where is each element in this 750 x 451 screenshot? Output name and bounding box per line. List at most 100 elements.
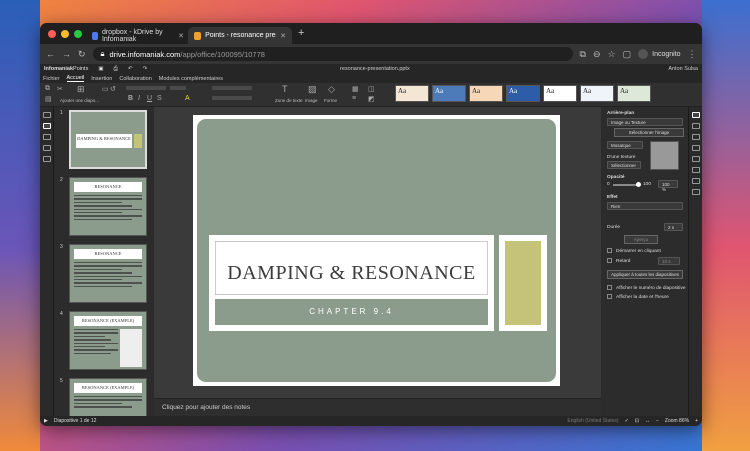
chart-settings-icon[interactable]	[691, 167, 700, 173]
close-window-button[interactable]	[48, 30, 56, 38]
theme-thumb[interactable]: Aa	[395, 85, 429, 102]
reset-icon[interactable]: ↺	[110, 85, 116, 93]
title-placeholder[interactable]: DAMPING & RESONANCE CHAPTER 9.4	[209, 235, 494, 331]
back-icon[interactable]: ←	[46, 49, 55, 59]
current-slide[interactable]: DAMPING & RESONANCE CHAPTER 9.4	[193, 115, 560, 386]
date-time-checkbox[interactable]	[607, 294, 612, 299]
theme-thumb[interactable]: Aa	[469, 85, 503, 102]
cut-icon[interactable]: ✂	[57, 85, 63, 93]
bold-icon[interactable]: B	[128, 95, 133, 102]
shape-settings-icon[interactable]	[691, 134, 700, 140]
user-name[interactable]: Anton Sulsa	[668, 66, 698, 72]
slide-title[interactable]: DAMPING & RESONANCE	[216, 262, 487, 285]
zoom-in-icon[interactable]: +	[695, 418, 698, 424]
italic-icon[interactable]: I	[138, 95, 140, 102]
close-tab-icon[interactable]: ✕	[178, 32, 184, 40]
comments-icon[interactable]	[42, 134, 51, 140]
plugins-icon[interactable]	[42, 156, 51, 162]
menu-addons[interactable]: Modules complémentaires	[159, 76, 223, 82]
date-time-row[interactable]: Afficher la date et l'heure	[607, 294, 669, 300]
menu-collaboration[interactable]: Collaboration	[119, 76, 151, 82]
textbox-button[interactable]: Zone de texte	[275, 98, 303, 103]
theme-thumb[interactable]: Aa	[580, 85, 614, 102]
image-icon[interactable]: ▨	[308, 84, 317, 95]
start-on-click-row[interactable]: Démarrer en cliquant	[607, 248, 661, 254]
arrange-icon[interactable]: ▦	[352, 85, 359, 93]
theme-thumb[interactable]: Aa	[506, 85, 540, 102]
texture-preview[interactable]	[650, 141, 679, 170]
undo-icon[interactable]: ↶	[128, 66, 133, 72]
speaker-notes[interactable]: Cliquez pour ajouter des notes	[154, 398, 601, 416]
theme-thumb[interactable]: Aa	[543, 85, 577, 102]
accent-block[interactable]	[499, 235, 547, 331]
group-icon[interactable]: ◫	[368, 85, 375, 93]
apply-all-button[interactable]: Appliquer à toutes les diapositives	[607, 270, 683, 279]
align-controls[interactable]	[212, 96, 252, 100]
spellcheck-icon[interactable]: ✓	[625, 418, 629, 424]
shape-icon[interactable]: ◇	[328, 84, 335, 95]
zoom-icon[interactable]: ⊖	[593, 49, 601, 60]
minimize-window-button[interactable]	[61, 30, 69, 38]
list-controls[interactable]	[212, 86, 252, 90]
translate-icon[interactable]: ⧉	[580, 49, 586, 60]
select-image-button[interactable]: Sélectionner l'image	[614, 128, 684, 137]
new-tab-button[interactable]: +	[298, 27, 304, 39]
slide-subtitle[interactable]: CHAPTER 9.4	[215, 299, 488, 325]
tile-select[interactable]: Mosaïque	[607, 141, 643, 149]
maximize-window-button[interactable]	[74, 30, 82, 38]
url-field[interactable]: 🔒︎ drive.infomaniak.com/app/office/10009…	[92, 47, 573, 61]
fill-type-select[interactable]: Image ou Texture	[607, 118, 683, 126]
slides-panel-icon[interactable]	[42, 123, 51, 129]
chat-icon[interactable]	[42, 145, 51, 151]
slide-thumbnails[interactable]: 1 DAMPING & RESONANCE 2 RESONANCE 3 RESO…	[54, 107, 151, 416]
delay-field[interactable]: 10 s	[658, 257, 680, 265]
slide-number-row[interactable]: Afficher le numéro de diapositive	[607, 285, 686, 291]
redo-icon[interactable]: ↷	[143, 66, 148, 72]
underline-icon[interactable]: U	[147, 95, 152, 102]
theme-thumb[interactable]: Aa	[617, 85, 651, 102]
strikethrough-icon[interactable]: S	[157, 95, 162, 102]
extension-icon[interactable]: ▢	[623, 49, 632, 60]
tab-dropbox[interactable]: dropbox - kDrive by Infomaniak ✕	[86, 27, 190, 44]
theme-thumb[interactable]: Aa	[432, 85, 466, 102]
image-button[interactable]: Image	[305, 98, 318, 103]
textart-settings-icon[interactable]	[691, 178, 700, 184]
start-on-click-checkbox[interactable]	[607, 248, 612, 253]
search-icon[interactable]	[42, 112, 51, 118]
font-family-select[interactable]	[126, 86, 166, 90]
language-indicator[interactable]: English (United States)	[567, 418, 618, 424]
add-slide-icon[interactable]: ⊞	[77, 84, 85, 95]
layout-icon[interactable]: ▭	[102, 85, 109, 93]
texture-select[interactable]: Sélectionner	[607, 161, 641, 169]
align-objects-icon[interactable]: ≡	[352, 95, 356, 102]
textbox-icon[interactable]: T	[282, 84, 288, 94]
bookmark-star-icon[interactable]: ☆	[608, 49, 616, 60]
preview-button[interactable]: Aperçu	[624, 235, 658, 244]
reload-icon[interactable]: ↻	[78, 49, 86, 60]
zoom-out-icon[interactable]: −	[656, 418, 659, 424]
incognito-badge[interactable]: Incognito	[638, 49, 681, 59]
add-slide-button[interactable]: Ajouter une diapo...	[60, 98, 99, 103]
menu-file[interactable]: Fichier	[43, 76, 60, 82]
paste-icon[interactable]: ▤	[45, 95, 52, 103]
tab-points[interactable]: Points - resonance presentation ✕	[188, 27, 292, 44]
shape-button[interactable]: Forme	[324, 98, 337, 103]
close-tab-icon[interactable]: ✕	[280, 32, 286, 40]
fit-width-icon[interactable]: ↔	[645, 418, 650, 424]
copy-icon[interactable]: ⧉	[45, 85, 50, 93]
play-icon[interactable]: ▶	[44, 418, 48, 424]
delay-checkbox[interactable]	[607, 258, 612, 263]
slide-settings-icon[interactable]	[691, 112, 700, 118]
menu-home[interactable]: Accueil	[66, 75, 85, 82]
paragraph-settings-icon[interactable]	[691, 123, 700, 129]
table-settings-icon[interactable]	[691, 156, 700, 162]
fit-slide-icon[interactable]: ⊡	[635, 418, 639, 424]
forward-icon[interactable]: →	[62, 49, 71, 59]
delay-row[interactable]: Retard	[607, 258, 630, 264]
color-scheme-icon[interactable]: ◩	[368, 95, 375, 103]
menu-insert[interactable]: Insertion	[91, 76, 112, 82]
font-color-icon[interactable]: A	[185, 95, 190, 102]
opacity-value-field[interactable]: 100 %	[658, 180, 678, 192]
slide-number-checkbox[interactable]	[607, 285, 612, 290]
duration-field[interactable]: 2 s	[664, 223, 683, 231]
